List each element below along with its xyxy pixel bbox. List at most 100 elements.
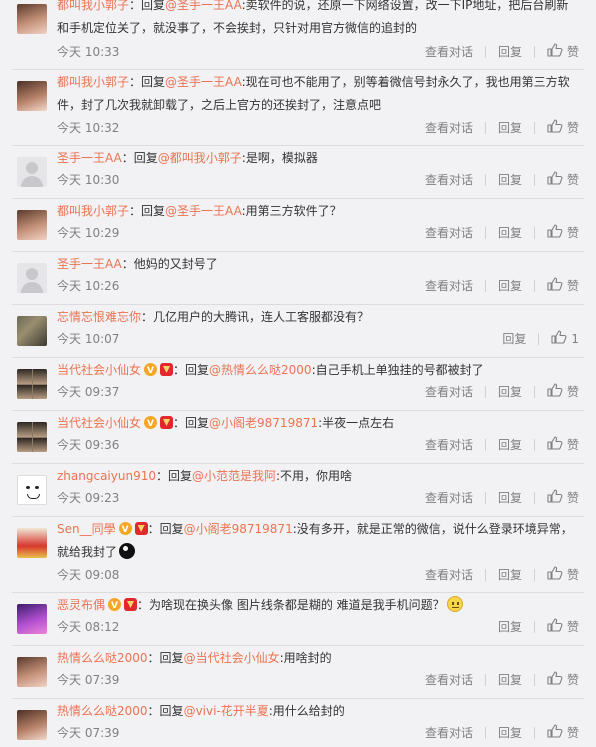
- avatar[interactable]: [17, 157, 47, 187]
- like-button[interactable]: 赞: [547, 617, 579, 637]
- like-button[interactable]: 赞: [547, 223, 579, 243]
- view-dialog-link[interactable]: 查看对话: [425, 119, 473, 137]
- comment-meta: 今天 10:32 查看对话 回复 赞: [57, 118, 579, 138]
- divider: [484, 492, 486, 504]
- reply-link[interactable]: 回复: [498, 224, 522, 242]
- like-label: 赞: [566, 121, 579, 135]
- comment-item: 圣手一王AA：回复@都叫我小郭子:是啊，模拟器 今天 10:30 查看对话 回复 赞: [0, 146, 596, 199]
- comment-item: 当代社会小仙女 ：回复@小阁老98719871:半夜一点左右今天 09:36 查看对…: [0, 411, 596, 464]
- comment-item: 热情么么哒2000：回复@当代社会小仙女:用啥封的 今天 07:39 查看对话 回复 赞: [0, 646, 596, 699]
- like-button[interactable]: 赞: [547, 435, 579, 455]
- view-dialog-link[interactable]: 查看对话: [425, 724, 473, 742]
- thumbs-up-icon: [547, 382, 567, 402]
- avatar[interactable]: [17, 4, 47, 34]
- reply-prefix: ：回复: [129, 204, 166, 218]
- reply-link[interactable]: 回复: [498, 119, 522, 137]
- thumbs-up-icon: [547, 435, 567, 455]
- commenter-name[interactable]: 都叫我小郭子: [57, 204, 129, 218]
- reply-link[interactable]: 回复: [498, 43, 522, 61]
- avatar[interactable]: [17, 710, 47, 740]
- view-dialog-link[interactable]: 查看对话: [425, 43, 473, 61]
- mention-link[interactable]: @圣手一王AA: [165, 204, 242, 218]
- commenter-name[interactable]: 热情么么哒2000: [57, 704, 148, 718]
- mention-link[interactable]: @vivi-花开半夏: [184, 704, 269, 718]
- vip-badge-icon: [144, 413, 158, 436]
- mention-link[interactable]: @小范范是我阿: [192, 469, 276, 483]
- mention-link[interactable]: @圣手一王AA: [165, 75, 242, 89]
- avatar[interactable]: [17, 422, 47, 452]
- avatar[interactable]: [17, 369, 47, 399]
- reply-link[interactable]: 回复: [498, 618, 522, 636]
- avatar[interactable]: [17, 316, 47, 346]
- comment-meta: 今天 10:33 查看对话 回复 赞: [57, 42, 579, 62]
- commenter-name[interactable]: 忘情忘恨难忘你: [57, 310, 141, 324]
- reply-link[interactable]: 回复: [498, 383, 522, 401]
- mention-link[interactable]: @小阁老98719871: [184, 522, 293, 536]
- view-dialog-link[interactable]: 查看对话: [425, 224, 473, 242]
- commenter-name[interactable]: zhangcaiyun910: [57, 469, 156, 483]
- view-dialog-link[interactable]: 查看对话: [425, 277, 473, 295]
- like-button[interactable]: 赞: [547, 565, 579, 585]
- like-button[interactable]: 1: [551, 329, 579, 349]
- commenter-name[interactable]: 当代社会小仙女: [57, 416, 141, 430]
- view-dialog-link[interactable]: 查看对话: [425, 489, 473, 507]
- commenter-name[interactable]: Sen__同學: [57, 522, 116, 536]
- mention-link[interactable]: @都叫我小郭子: [158, 151, 242, 165]
- avatar[interactable]: [17, 604, 47, 634]
- comment-text: 当代社会小仙女 ：回复@热情么么哒2000:自己手机上单独挂的号都被封了: [57, 359, 577, 383]
- mention-link[interactable]: @小阁老98719871: [209, 416, 318, 430]
- divider: [484, 727, 486, 739]
- divider: [484, 174, 486, 186]
- view-dialog-link[interactable]: 查看对话: [425, 383, 473, 401]
- thumbs-up-icon: [547, 723, 567, 743]
- like-button[interactable]: 赞: [547, 42, 579, 62]
- view-dialog-link[interactable]: 查看对话: [425, 171, 473, 189]
- comment-item: 都叫我小郭子：回复@圣手一王AA:用第三方软件了？ 今天 10:29 查看对话 回复 赞: [0, 199, 596, 252]
- like-label: 赞: [566, 173, 579, 187]
- reply-link[interactable]: 回复: [498, 171, 522, 189]
- avatar[interactable]: [17, 657, 47, 687]
- reply-link[interactable]: 回复: [498, 671, 522, 689]
- reply-link[interactable]: 回复: [498, 436, 522, 454]
- reply-link[interactable]: 回复: [502, 330, 526, 348]
- avatar[interactable]: [17, 263, 47, 293]
- reply-prefix: ：回复: [129, 0, 166, 12]
- member-badge-icon: [160, 416, 174, 429]
- divider: [484, 386, 486, 398]
- member-badge-icon: [134, 522, 148, 535]
- divider: [533, 386, 535, 398]
- commenter-name[interactable]: 热情么么哒2000: [57, 651, 148, 665]
- comment-actions: 查看对话 回复 赞: [425, 565, 579, 585]
- reply-link[interactable]: 回复: [498, 277, 522, 295]
- like-button[interactable]: 赞: [547, 276, 579, 296]
- like-button[interactable]: 赞: [547, 170, 579, 190]
- avatar[interactable]: [17, 210, 47, 240]
- mention-link[interactable]: @热情么么哒2000: [209, 363, 312, 377]
- reply-link[interactable]: 回复: [498, 566, 522, 584]
- like-button[interactable]: 赞: [547, 382, 579, 402]
- commenter-name[interactable]: 当代社会小仙女: [57, 363, 141, 377]
- avatar[interactable]: [17, 475, 47, 505]
- commenter-name[interactable]: 圣手一王AA: [57, 151, 122, 165]
- comment-text: zhangcaiyun910：回复@小范范是我阿:不用，你用啥: [57, 465, 577, 488]
- reply-link[interactable]: 回复: [498, 489, 522, 507]
- view-dialog-link[interactable]: 查看对话: [425, 566, 473, 584]
- like-button[interactable]: 赞: [547, 723, 579, 743]
- like-button[interactable]: 赞: [547, 488, 579, 508]
- like-button[interactable]: 赞: [547, 118, 579, 138]
- commenter-name[interactable]: 都叫我小郭子: [57, 0, 129, 12]
- reply-link[interactable]: 回复: [498, 724, 522, 742]
- like-button[interactable]: 赞: [547, 670, 579, 690]
- commenter-name[interactable]: 都叫我小郭子: [57, 75, 129, 89]
- comment-body: ：几亿用户的大腾讯，连人工客服都没有？: [141, 310, 370, 324]
- commenter-name[interactable]: 恶灵布偶: [57, 598, 105, 612]
- avatar[interactable]: [17, 81, 47, 111]
- mention-link[interactable]: @当代社会小仙女: [184, 651, 280, 665]
- divider: [484, 674, 486, 686]
- view-dialog-link[interactable]: 查看对话: [425, 671, 473, 689]
- mention-link[interactable]: @圣手一王AA: [165, 0, 242, 12]
- comment-actions: 查看对话 回复 赞: [425, 118, 579, 138]
- view-dialog-link[interactable]: 查看对话: [425, 436, 473, 454]
- commenter-name[interactable]: 圣手一王AA: [57, 257, 122, 271]
- avatar[interactable]: [17, 528, 47, 558]
